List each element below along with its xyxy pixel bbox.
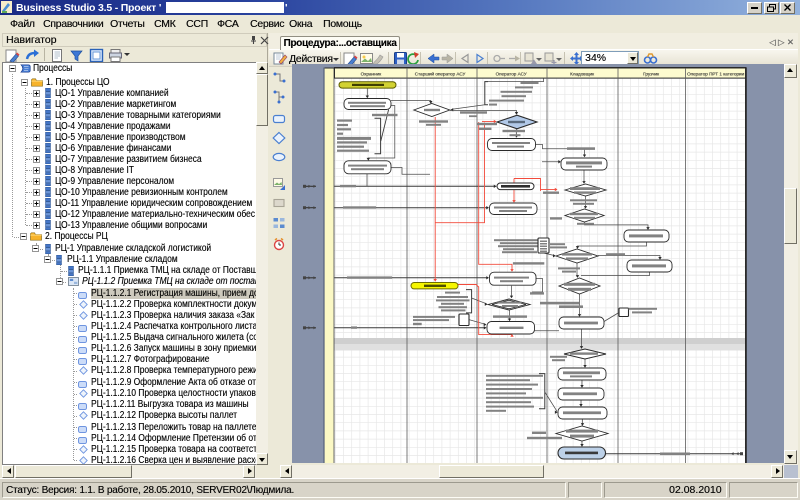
svg-text:Старший оператор АСУ: Старший оператор АСУ — [415, 70, 466, 76]
svg-text:Грузчик: Грузчик — [643, 71, 660, 76]
svg-text:Оператор АСУ: Оператор АСУ — [495, 71, 526, 76]
svg-text:Оператор ПРТ 1 категории: Оператор ПРТ 1 категории — [687, 71, 745, 76]
svg-text:Кладовщик: Кладовщик — [570, 71, 595, 76]
svg-text:Охранник: Охранник — [361, 71, 383, 76]
